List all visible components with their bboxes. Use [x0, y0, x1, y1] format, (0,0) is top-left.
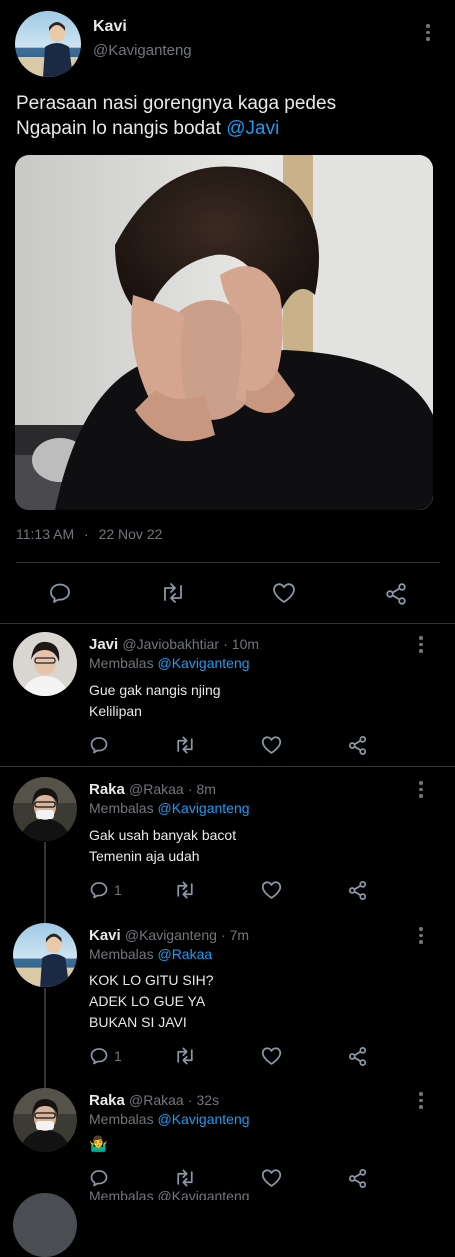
reply-author-handle[interactable]: @Javiobakhtiar	[122, 636, 219, 652]
avatar-javi[interactable]	[13, 632, 77, 696]
replying-to: Membalas @Rakaa	[89, 946, 212, 962]
mention-link[interactable]: @Javi	[226, 118, 279, 139]
reply-author-name[interactable]: Javi	[89, 636, 118, 653]
cutoff-text: Membalas @Kaviganteng	[89, 1188, 250, 1200]
replying-to-mention[interactable]: @Kaviganteng	[157, 655, 249, 671]
more-vertical-icon[interactable]	[418, 781, 424, 801]
share-icon[interactable]	[384, 582, 408, 606]
divider	[16, 562, 440, 563]
reply-author-handle[interactable]: @Rakaa	[129, 781, 184, 797]
avatar-kavi[interactable]	[15, 11, 81, 77]
retweet-icon[interactable]	[174, 1168, 196, 1188]
reply-icon[interactable]	[89, 1046, 109, 1066]
reply-icon[interactable]	[89, 880, 109, 900]
avatar-raka[interactable]	[13, 1088, 77, 1152]
reply-count: 1	[114, 1048, 122, 1064]
replying-label: Membalas	[89, 946, 154, 962]
tweet-time-separator: ·	[84, 526, 89, 542]
reply-age: · 10m	[223, 636, 260, 652]
heart-icon[interactable]	[261, 1168, 282, 1188]
avatar-kavi[interactable]	[13, 923, 77, 987]
more-vertical-icon[interactable]	[418, 636, 424, 656]
reply-emoji: 🤷‍♂️	[89, 1136, 108, 1153]
reply-header: Raka @Rakaa · 8m	[89, 781, 216, 798]
replying-to-mention[interactable]: @Kaviganteng	[157, 800, 249, 816]
share-icon[interactable]	[347, 1046, 368, 1067]
reply-icon[interactable]	[89, 1168, 109, 1188]
replying-to-mention[interactable]: @Rakaa	[157, 946, 212, 962]
tweet-timestamp[interactable]: 11:13 AM · 22 Nov 22	[16, 526, 162, 542]
tweet-time: 11:13 AM	[16, 526, 75, 542]
reply-count: 1	[114, 882, 122, 898]
thread-line	[44, 842, 46, 924]
reply-text: Gak usah banyak bacot Temenin aja udah	[89, 827, 237, 864]
reply-author-name[interactable]: Raka	[89, 1092, 125, 1109]
reply-author-name[interactable]: Raka	[89, 781, 125, 798]
share-icon[interactable]	[347, 735, 368, 756]
reply-text: KOK LO GITU SIH? ADEK LO GUE YA BUKAN SI…	[89, 972, 214, 1030]
tweet-text-line2-prefix: Ngapain lo nangis bodat	[16, 118, 227, 139]
reply-header: Javi @Javiobakhtiar · 10m	[89, 636, 259, 653]
reply-age: · 32s	[187, 1092, 220, 1108]
replying-label: Membalas	[89, 655, 154, 671]
reply-age: · 7m	[221, 927, 250, 943]
more-vertical-icon[interactable]	[425, 24, 431, 44]
heart-icon[interactable]	[261, 1046, 282, 1066]
replying-label: Membalas	[89, 1111, 154, 1127]
retweet-icon[interactable]	[174, 880, 196, 900]
thread-line	[44, 988, 46, 1088]
avatar-partial[interactable]	[13, 1193, 77, 1257]
avatar-raka[interactable]	[13, 777, 77, 841]
heart-icon[interactable]	[261, 880, 282, 900]
reply-icon[interactable]	[48, 581, 72, 605]
tweet-date: 22 Nov 22	[98, 526, 163, 542]
retweet-icon[interactable]	[174, 735, 196, 755]
reply-header: Raka @Rakaa · 32s	[89, 1092, 219, 1109]
replying-to: Membalas @Kaviganteng	[89, 1111, 250, 1127]
tweet-text: Perasaan nasi gorengnya kaga pedes Ngapa…	[16, 91, 336, 141]
cutoff-replying-to: Membalas @Kaviganteng	[89, 1188, 250, 1200]
more-vertical-icon[interactable]	[418, 927, 424, 947]
reply-icon[interactable]	[89, 735, 109, 755]
share-icon[interactable]	[347, 880, 368, 901]
heart-icon[interactable]	[272, 582, 296, 604]
more-vertical-icon[interactable]	[418, 1092, 424, 1112]
author-handle[interactable]: @Kaviganteng	[93, 42, 192, 59]
share-icon[interactable]	[347, 1168, 368, 1189]
replying-label: Membalas	[89, 800, 154, 816]
tweet-photo[interactable]	[15, 155, 433, 510]
divider	[0, 623, 455, 624]
retweet-icon[interactable]	[160, 582, 186, 604]
reply-author-name[interactable]: Kavi	[89, 927, 121, 944]
replying-to-mention[interactable]: @Kaviganteng	[157, 1111, 249, 1127]
reply-author-handle[interactable]: @Rakaa	[129, 1092, 184, 1108]
reply-author-handle[interactable]: @Kaviganteng	[125, 927, 217, 943]
author-name[interactable]: Kavi	[93, 18, 127, 36]
reply-text: Gue gak nangis njing Kelilipan	[89, 682, 221, 719]
retweet-icon[interactable]	[174, 1046, 196, 1066]
replying-to: Membalas @Kaviganteng	[89, 800, 250, 816]
divider	[0, 766, 455, 767]
tweet-text-line2: Ngapain lo nangis bodat @Javi	[16, 116, 336, 141]
replying-to: Membalas @Kaviganteng	[89, 655, 250, 671]
tweet-text-line1: Perasaan nasi gorengnya kaga pedes	[16, 93, 337, 114]
reply-header: Kavi @Kaviganteng · 7m	[89, 927, 249, 944]
heart-icon[interactable]	[261, 735, 282, 755]
reply-age: · 8m	[187, 781, 216, 797]
